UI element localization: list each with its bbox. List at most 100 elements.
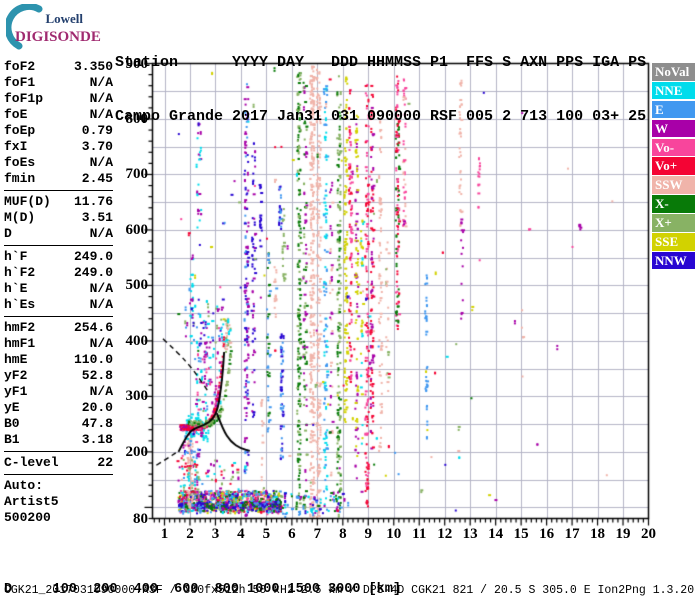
- y-axis-tick-label: 900: [125, 55, 149, 72]
- x-axis-tick-label: 10: [386, 526, 402, 542]
- legend-item-nnw: NNW: [652, 251, 695, 270]
- param-group-divider: [4, 474, 113, 475]
- param-label: hmE: [4, 352, 28, 367]
- x-axis-tick-label: 16: [539, 526, 555, 542]
- status-line: CGK21_2017031090000.RSF / 380fx512h 50 k…: [4, 584, 695, 597]
- param-label: fxI: [4, 139, 28, 154]
- param-group-divider: [4, 316, 113, 317]
- echo-type-legend: NoVal NNE E W Vo- Vo+ SSW X- X+ SSE NNW: [652, 63, 695, 271]
- param-label: h`F: [4, 249, 28, 264]
- param-value: 11.76: [73, 194, 113, 209]
- param-label: hmF1: [4, 336, 36, 351]
- param-label: foEs: [4, 155, 36, 170]
- param-label: B0: [4, 416, 20, 431]
- param-label: foEp: [4, 123, 36, 138]
- param-label: foF1p: [4, 91, 44, 106]
- x-axis-tick-label: 15: [513, 526, 529, 542]
- param-row: h`Es N/A: [4, 297, 113, 313]
- param-label: M(D): [4, 210, 36, 225]
- param-row: D N/A: [4, 226, 113, 242]
- param-row: foF2 3.350: [4, 59, 113, 75]
- param-value: 249.0: [73, 249, 113, 264]
- y-axis-tick-label: 300: [125, 388, 149, 405]
- legend-item-e: E: [652, 100, 695, 119]
- param-value: 20.0: [81, 400, 113, 415]
- param-row: hmF2 254.6: [4, 320, 113, 336]
- param-row: fmin 2.45: [4, 171, 113, 187]
- param-value: 2.45: [81, 171, 113, 186]
- autoscaler-info: 500200: [4, 510, 51, 525]
- param-value: 3.18: [81, 432, 113, 447]
- param-row: yF1 N/A: [4, 384, 113, 400]
- x-axis-tick-label: 11: [412, 526, 427, 542]
- param-value: N/A: [89, 297, 113, 312]
- param-value: 110.0: [73, 352, 113, 367]
- x-axis-tick-label: 3: [211, 526, 220, 542]
- param-value: 249.0: [73, 265, 113, 280]
- param-row: foF1p N/A: [4, 91, 113, 107]
- legend-item-sse: SSE: [652, 233, 695, 251]
- x-axis-tick-label: 18: [590, 526, 606, 542]
- param-label: h`E: [4, 281, 28, 296]
- param-value: N/A: [89, 384, 113, 399]
- param-value: 3.70: [81, 139, 113, 154]
- param-value: 0.79: [81, 123, 113, 138]
- param-value: N/A: [89, 281, 113, 296]
- x-axis-tick-label: 19: [615, 526, 631, 542]
- param-value: 3.350: [73, 59, 113, 74]
- param-row: B0 47.8: [4, 416, 113, 432]
- param-label: yF1: [4, 384, 28, 399]
- param-label: foF1: [4, 75, 36, 90]
- param-label: yE: [4, 400, 20, 415]
- param-label: foE: [4, 107, 28, 122]
- param-row: foE N/A: [4, 107, 113, 123]
- legend-item-nne: NNE: [652, 81, 695, 100]
- param-row: MUF(D) 11.76: [4, 194, 113, 210]
- param-label: h`F2: [4, 265, 36, 280]
- param-label: hmF2: [4, 320, 36, 335]
- digisonde-ionogram-window: Lowell DIGISONDE Station YYYY DAY DDD HH…: [0, 0, 700, 600]
- param-label: foF2: [4, 59, 36, 74]
- x-axis-tick-label: 9: [364, 526, 373, 542]
- param-value: 3.51: [81, 210, 113, 225]
- y-axis-tick-label: 600: [125, 221, 149, 238]
- x-axis-tick-label: 20: [641, 526, 656, 542]
- param-group-divider: [4, 190, 113, 191]
- legend-item-vo: Vo+: [652, 157, 695, 175]
- y-axis-tick-label: 500: [125, 277, 149, 294]
- param-row: h`E N/A: [4, 281, 113, 297]
- measurement-header: Station YYYY DAY DDD HHMMSS P1 FFS S AXN…: [115, 18, 646, 162]
- x-axis-tick-label: 1: [160, 526, 169, 542]
- param-label: fmin: [4, 171, 36, 186]
- param-value: N/A: [89, 75, 113, 90]
- param-value: N/A: [89, 107, 113, 122]
- x-axis-tick-label: 4: [237, 526, 245, 542]
- param-label: yF2: [4, 368, 28, 383]
- param-value: N/A: [89, 226, 113, 241]
- x-axis-tick-label: 6: [288, 526, 296, 542]
- y-axis-tick-label: 400: [125, 332, 149, 349]
- param-row: B1 3.18: [4, 432, 113, 448]
- param-row: yE 20.0: [4, 400, 113, 416]
- y-axis-tick-label: 700: [125, 166, 149, 183]
- param-row: foEs N/A: [4, 155, 113, 171]
- param-value: N/A: [89, 336, 113, 351]
- lowell-digisonde-logo: Lowell DIGISONDE: [6, 4, 101, 50]
- param-value: 52.8: [81, 368, 113, 383]
- param-row: foEp 0.79: [4, 123, 113, 139]
- legend-item-noval: NoVal: [652, 63, 695, 81]
- param-row: hmF1 N/A: [4, 336, 113, 352]
- param-value: 254.6: [73, 320, 113, 335]
- legend-item-vo: Vo-: [652, 138, 695, 157]
- param-label: B1: [4, 432, 20, 447]
- param-value: 47.8: [81, 416, 113, 431]
- param-row: C-level 22: [4, 455, 113, 471]
- param-label: MUF(D): [4, 194, 51, 209]
- param-row: M(D) 3.51: [4, 210, 113, 226]
- x-axis-tick-label: 7: [313, 526, 322, 542]
- param-value: 22: [97, 455, 113, 470]
- param-row: yF2 52.8: [4, 368, 113, 384]
- autoscaler-info: Auto:: [4, 478, 44, 493]
- param-row: foF1 N/A: [4, 75, 113, 91]
- param-row: h`F2 249.0: [4, 265, 113, 281]
